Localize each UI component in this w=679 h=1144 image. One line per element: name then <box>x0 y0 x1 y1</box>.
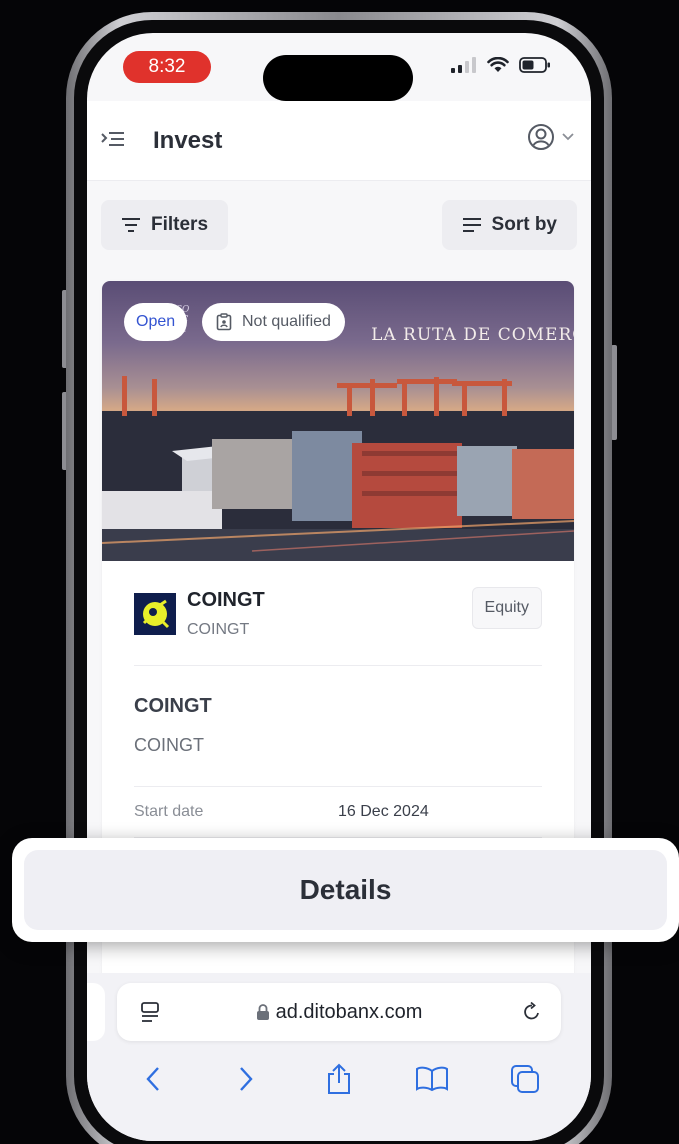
clipboard-icon <box>216 313 232 331</box>
status-icons <box>451 57 551 73</box>
status-time: 8:32 <box>123 51 211 83</box>
url-text: ad.ditobanx.com <box>275 1000 423 1023</box>
dynamic-island <box>263 55 413 101</box>
sidebar-toggle-icon[interactable] <box>101 131 125 154</box>
sort-label: Sort by <box>491 214 557 235</box>
previous-tab-peek[interactable] <box>87 983 105 1041</box>
chevron-right-icon <box>240 1067 253 1091</box>
qualification-label: Not qualified <box>242 313 331 330</box>
user-avatar-icon <box>528 124 554 150</box>
sort-button[interactable]: Sort by <box>441 200 577 250</box>
status-badge-open: Open <box>124 303 188 341</box>
tabs-button[interactable] <box>505 1059 545 1099</box>
hero-image: NSOERCATE LA RUTA DE COMERCI Open Not qu… <box>102 281 574 561</box>
battery-icon <box>519 57 550 73</box>
start-date-value: 16 Dec 2024 <box>338 803 429 820</box>
user-menu-button[interactable] <box>527 123 575 151</box>
divider <box>134 786 542 787</box>
chevron-down-icon <box>562 133 574 141</box>
share-button[interactable] <box>319 1059 359 1099</box>
chevron-left-icon <box>146 1067 160 1091</box>
hero-caption: LA RUTA DE COMERCI <box>371 325 574 345</box>
phone-frame: 8:32 Invest Filters Sort by LA RUTA DE C… <box>66 12 612 1144</box>
lock-icon <box>256 1004 269 1020</box>
app-header: Invest <box>87 101 591 181</box>
tabs-icon <box>510 1065 539 1093</box>
bookmarks-button[interactable] <box>412 1059 452 1099</box>
filters-button[interactable]: Filters <box>101 200 229 250</box>
browser-bottom-bar: ad.ditobanx.com <box>87 973 591 1141</box>
company-name: COINGT <box>187 589 265 611</box>
book-icon <box>415 1066 448 1092</box>
page-title: Invest <box>153 127 223 154</box>
divider <box>134 665 542 666</box>
wifi-icon <box>487 57 509 72</box>
browser-toolbar <box>87 1059 591 1099</box>
forward-button[interactable] <box>226 1059 266 1099</box>
back-button[interactable] <box>133 1059 173 1099</box>
start-date-label: Start date <box>134 803 204 820</box>
details-overlay: Details <box>12 838 679 942</box>
url-display: ad.ditobanx.com <box>117 1001 561 1024</box>
filters-label: Filters <box>151 214 209 235</box>
company-logo <box>134 593 176 635</box>
offering-subtitle: COINGT <box>134 735 204 755</box>
share-icon <box>327 1063 350 1094</box>
offering-type-badge: Equity <box>471 587 542 629</box>
cellular-signal-icon <box>451 57 476 73</box>
reload-icon[interactable] <box>521 1001 543 1023</box>
filter-icon <box>122 218 140 232</box>
qualification-badge: Not qualified <box>202 303 345 341</box>
phone-screen: 8:32 Invest Filters Sort by LA RUTA DE C… <box>87 33 591 1141</box>
phone-bezel: 8:32 Invest Filters Sort by LA RUTA DE C… <box>74 20 604 1144</box>
company-subtitle: COINGT <box>187 621 250 638</box>
sort-icon <box>462 218 481 232</box>
details-button[interactable]: Details <box>24 850 667 930</box>
offering-title: COINGT <box>134 695 212 717</box>
address-bar[interactable]: ad.ditobanx.com <box>117 983 561 1041</box>
